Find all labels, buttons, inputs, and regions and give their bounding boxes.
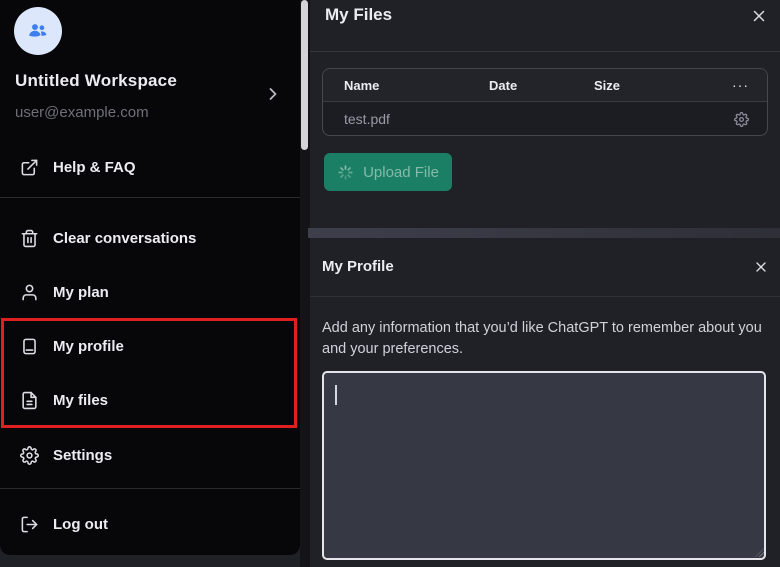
file-name: test.pdf bbox=[344, 111, 390, 127]
menu-item-log-out[interactable]: Log out bbox=[0, 502, 300, 546]
workspace-name: Untitled Workspace bbox=[15, 71, 177, 90]
my-profile-title: My Profile bbox=[322, 258, 394, 275]
people-group-icon bbox=[29, 24, 47, 37]
menu-item-settings[interactable]: Settings bbox=[0, 433, 300, 477]
app-root: My Files Name Date Size ··· test.pdf Upl… bbox=[0, 0, 780, 567]
files-table-header: Name Date Size ··· bbox=[323, 69, 767, 102]
menu-item-clear-conversations[interactable]: Clear conversations bbox=[0, 216, 300, 260]
menu-item-label: My plan bbox=[53, 283, 109, 301]
col-header-date: Date bbox=[489, 77, 518, 93]
user-icon bbox=[20, 283, 39, 302]
my-files-title: My Files bbox=[325, 5, 393, 24]
spinner-icon bbox=[337, 164, 354, 181]
scrollbar-track[interactable] bbox=[300, 0, 310, 567]
menu-item-my-files[interactable]: My files bbox=[0, 378, 300, 422]
table-row[interactable]: test.pdf bbox=[323, 102, 767, 135]
profile-textarea[interactable] bbox=[322, 371, 766, 560]
close-icon[interactable] bbox=[750, 7, 768, 25]
profile-header-divider bbox=[310, 296, 780, 297]
menu-item-my-profile[interactable]: My profile bbox=[0, 324, 300, 368]
col-header-size: Size bbox=[594, 77, 621, 93]
avatar[interactable] bbox=[14, 7, 62, 55]
menu-divider bbox=[0, 488, 300, 489]
settings-panels: My Files Name Date Size ··· test.pdf Upl… bbox=[300, 0, 780, 567]
scrollbar-thumb[interactable] bbox=[301, 0, 308, 150]
file-text-icon bbox=[20, 391, 39, 410]
gear-icon bbox=[20, 445, 39, 465]
files-table: Name Date Size ··· test.pdf bbox=[322, 68, 768, 136]
book-icon bbox=[20, 337, 39, 356]
text-caret bbox=[335, 385, 337, 405]
upload-file-label: Upload File bbox=[363, 163, 439, 181]
menu-item-my-plan[interactable]: My plan bbox=[0, 270, 300, 314]
menu-item-label: My files bbox=[53, 391, 109, 409]
account-menu: Untitled Workspace user@example.com Help… bbox=[0, 0, 300, 555]
menu-item-label: Clear conversations bbox=[53, 229, 197, 247]
upload-file-button[interactable]: Upload File bbox=[324, 153, 452, 191]
menu-item-label: My profile bbox=[53, 337, 124, 355]
workspace-email: user@example.com bbox=[15, 104, 149, 121]
menu-item-label: Help & FAQ bbox=[53, 158, 136, 176]
external-link-icon bbox=[20, 158, 39, 177]
panel-gap bbox=[308, 228, 780, 238]
menu-divider bbox=[0, 197, 300, 198]
close-icon[interactable] bbox=[753, 259, 771, 277]
more-options-icon[interactable]: ··· bbox=[704, 77, 749, 93]
trash-icon bbox=[20, 229, 39, 248]
resize-handle-icon[interactable] bbox=[755, 548, 764, 557]
menu-item-help-faq[interactable]: Help & FAQ bbox=[0, 145, 300, 189]
files-header-divider bbox=[310, 51, 780, 52]
chevron-right-icon[interactable] bbox=[263, 84, 283, 104]
profile-description: Add any information that you’d like Chat… bbox=[322, 320, 762, 357]
log-out-icon bbox=[20, 515, 39, 534]
gear-icon[interactable] bbox=[704, 111, 749, 127]
menu-item-label: Log out bbox=[53, 515, 108, 533]
col-header-name: Name bbox=[344, 77, 380, 93]
menu-item-label: Settings bbox=[53, 446, 113, 464]
